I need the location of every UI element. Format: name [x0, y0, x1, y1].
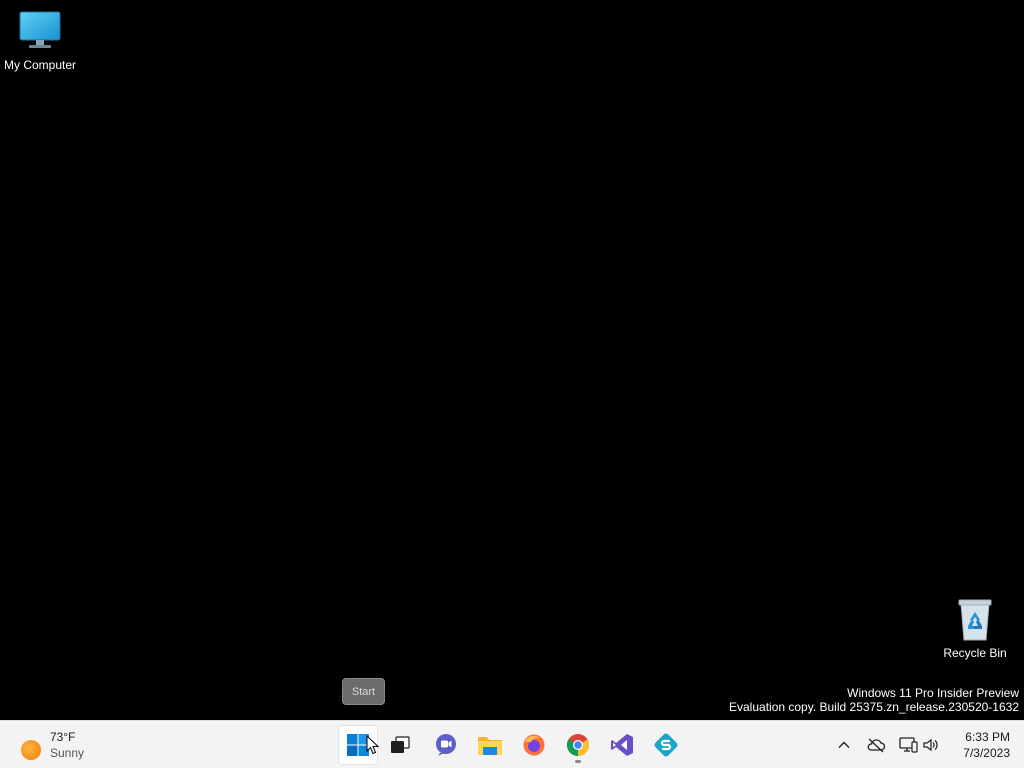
desktop: My Computer Recycle Bin Windows 11 Pro I…	[0, 0, 1024, 720]
chat-icon	[436, 734, 456, 756]
watermark-edition: Windows 11 Pro Insider Preview	[847, 686, 1019, 700]
app-button[interactable]	[646, 725, 686, 765]
desktop-icon-label: My Computer	[3, 58, 77, 72]
weather-condition: Sunny	[50, 746, 85, 760]
mouse-cursor-icon	[366, 735, 380, 755]
monitor-icon	[19, 11, 61, 48]
running-indicator	[575, 760, 581, 763]
taskbar: 73°F Sunny 6:33 PM 7/3/2023	[0, 720, 1024, 768]
file-explorer-button[interactable]	[470, 725, 510, 765]
clock[interactable]: 6:33 PM 7/3/2023	[940, 729, 1010, 761]
start-tooltip: Start	[342, 678, 385, 705]
visual-studio-icon	[611, 734, 633, 756]
teams-chat-button[interactable]	[426, 725, 466, 765]
weather-temperature: 73°F	[50, 730, 76, 744]
chrome-button[interactable]	[558, 725, 598, 765]
chevron-up-icon	[838, 741, 850, 748]
visual-studio-button[interactable]	[602, 725, 642, 765]
chrome-icon	[567, 734, 589, 756]
desktop-icon-my-computer[interactable]: My Computer	[0, 8, 80, 72]
volume-icon	[923, 738, 938, 752]
recycle-bin-icon	[958, 599, 992, 641]
task-view-button[interactable]	[380, 725, 420, 765]
desktop-icon-label: Recycle Bin	[943, 646, 1007, 660]
clock-date: 7/3/2023	[963, 746, 1010, 760]
show-hidden-icons-button[interactable]	[832, 733, 856, 757]
windows-watermark: Windows 11 Pro Insider Preview Evaluatio…	[729, 686, 1019, 714]
onedrive-button[interactable]	[864, 733, 888, 757]
app-s-icon	[654, 733, 678, 757]
watermark-build: Evaluation copy. Build 25375.zn_release.…	[729, 700, 1019, 714]
desktop-icon-recycle-bin[interactable]: Recycle Bin	[935, 596, 1015, 660]
weather-widget[interactable]: 73°F Sunny	[12, 727, 102, 763]
network-button[interactable]	[896, 733, 920, 757]
firefox-icon	[523, 734, 545, 756]
folder-icon	[478, 737, 502, 755]
task-view-icon	[391, 736, 410, 753]
firefox-button[interactable]	[514, 725, 554, 765]
network-icon	[899, 737, 918, 753]
clock-time: 6:33 PM	[965, 730, 1010, 744]
onedrive-offline-icon	[867, 738, 886, 753]
sun-icon	[21, 740, 41, 760]
